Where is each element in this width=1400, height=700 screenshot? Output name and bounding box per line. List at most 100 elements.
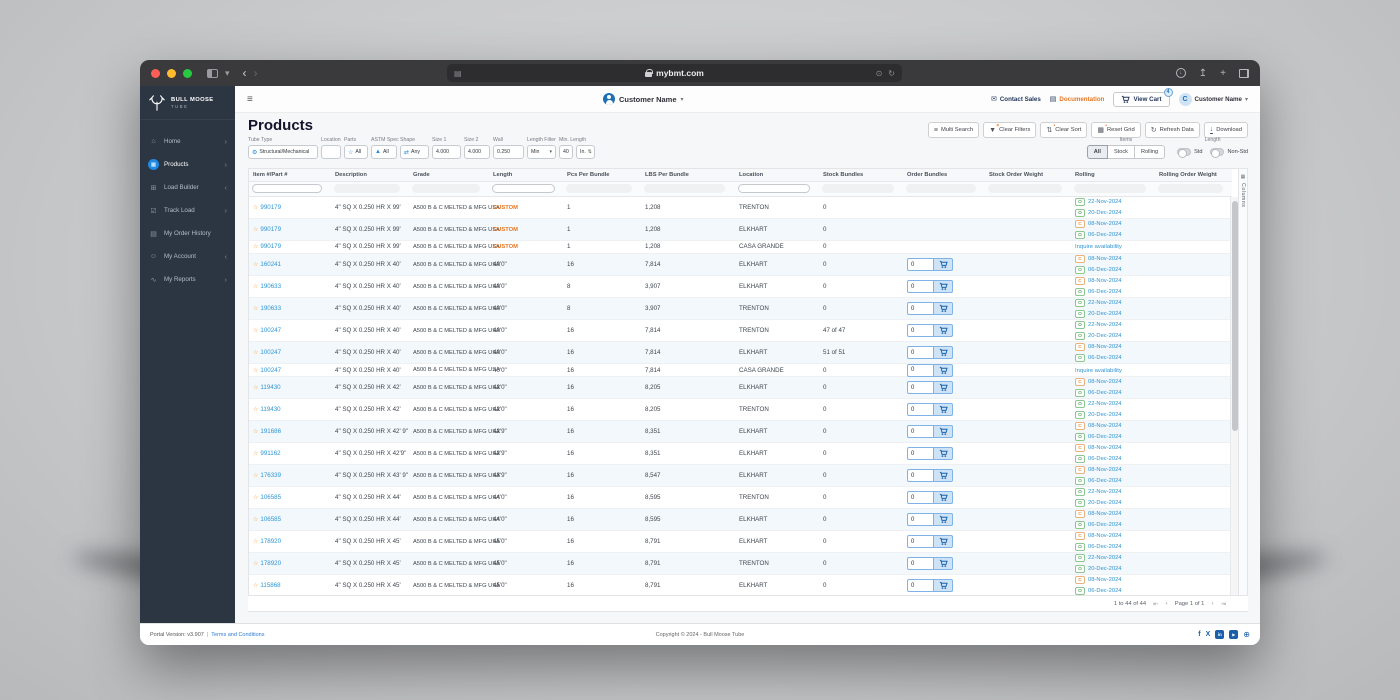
rolling-date-link[interactable]: 20-Dec-2024 xyxy=(1088,311,1122,317)
columns-side-tab[interactable]: ▦ Columns xyxy=(1238,169,1247,595)
terms-link[interactable]: Terms and Conditions xyxy=(211,632,264,638)
item-link[interactable]: 178920 xyxy=(260,560,281,567)
multi-search-button[interactable]: ≡Multi Search xyxy=(928,122,979,138)
refresh-data-button[interactable]: ↻Refresh Data xyxy=(1145,122,1200,138)
order-qty-input[interactable]: 0 xyxy=(907,425,934,438)
add-to-cart-button[interactable] xyxy=(934,491,953,504)
item-link[interactable]: 990179 xyxy=(260,204,281,211)
item-link[interactable]: 990179 xyxy=(260,243,281,250)
favorite-star-icon[interactable]: ☆ xyxy=(253,205,258,211)
item-link[interactable]: 990179 xyxy=(260,226,281,233)
add-to-cart-button[interactable] xyxy=(934,403,953,416)
add-to-cart-button[interactable] xyxy=(934,469,953,482)
sidebar-item-track-load[interactable]: ☑Track Load› xyxy=(140,199,235,222)
zoom-window-button[interactable] xyxy=(183,69,192,78)
item-link[interactable]: 178920 xyxy=(260,538,281,545)
column-header-length[interactable]: Length xyxy=(489,172,563,178)
favorite-star-icon[interactable]: ☆ xyxy=(253,583,258,589)
rolling-date-link[interactable]: 06-Dec-2024 xyxy=(1088,289,1122,295)
favorite-star-icon[interactable]: ☆ xyxy=(253,517,258,523)
rolling-date-link[interactable]: 08-Nov-2024 xyxy=(1088,445,1122,451)
column-header-lbs-per-bundle[interactable]: LBS Per Bundle xyxy=(641,172,735,178)
add-to-cart-button[interactable] xyxy=(934,535,953,548)
forward-button[interactable]: › xyxy=(254,67,258,79)
order-qty-input[interactable]: 0 xyxy=(907,381,934,394)
order-qty-input[interactable]: 0 xyxy=(907,346,934,359)
menu-toggle-icon[interactable]: ≡ xyxy=(247,94,253,105)
order-qty-input[interactable]: 0 xyxy=(907,280,934,293)
column-filter-input[interactable] xyxy=(252,184,322,193)
size2-input[interactable]: 4.000 xyxy=(464,145,490,159)
add-to-cart-button[interactable] xyxy=(934,557,953,570)
globe-icon[interactable]: ⊕ xyxy=(1243,630,1250,639)
favorite-star-icon[interactable]: ☆ xyxy=(253,385,258,391)
sidebar-item-home[interactable]: ⌂Home› xyxy=(140,130,235,153)
item-link[interactable]: 100247 xyxy=(260,349,281,356)
sidebar-item-my-account[interactable]: ☺My Account‹ xyxy=(140,245,235,268)
rolling-date-link[interactable]: 22-Nov-2024 xyxy=(1088,322,1122,328)
add-to-cart-button[interactable] xyxy=(934,513,953,526)
rolling-date-link[interactable]: 08-Nov-2024 xyxy=(1088,278,1122,284)
youtube-icon[interactable]: ▶ xyxy=(1229,630,1238,639)
clear-filters-button[interactable]: ▼Clear Filters xyxy=(983,122,1036,138)
rolling-date-link[interactable]: 06-Dec-2024 xyxy=(1088,544,1122,550)
column-header-item-part[interactable]: Item #/Part # xyxy=(249,172,331,178)
rolling-date-link[interactable]: 20-Dec-2024 xyxy=(1088,566,1122,572)
favorite-star-icon[interactable]: ☆ xyxy=(253,244,258,250)
column-header-location[interactable]: Location xyxy=(735,172,819,178)
new-tab-icon[interactable]: + xyxy=(1220,68,1226,79)
view-cart-button[interactable]: View Cart 4 xyxy=(1113,92,1169,107)
reset-grid-button[interactable]: ▦Reset Grid xyxy=(1091,122,1140,138)
sidebar-dropdown-icon[interactable]: ▾ xyxy=(225,69,230,78)
inquire-availability-link[interactable]: Inquire availability xyxy=(1075,368,1122,374)
rolling-date-link[interactable]: 08-Nov-2024 xyxy=(1088,379,1122,385)
order-qty-input[interactable]: 0 xyxy=(907,403,934,416)
item-link[interactable]: 115868 xyxy=(260,582,280,589)
customer-selector[interactable]: Customer Name ▾ xyxy=(603,93,684,105)
favorite-star-icon[interactable]: ☆ xyxy=(253,429,258,435)
rolling-date-link[interactable]: 06-Dec-2024 xyxy=(1088,478,1122,484)
items-option-stock[interactable]: Stock xyxy=(1108,145,1135,159)
order-qty-input[interactable]: 0 xyxy=(907,364,934,377)
item-link[interactable]: 160241 xyxy=(260,261,281,268)
back-button[interactable]: ‹ xyxy=(243,67,247,79)
sidebar-item-my-reports[interactable]: ∿My Reports› xyxy=(140,268,235,291)
rolling-date-link[interactable]: 08-Nov-2024 xyxy=(1088,467,1122,473)
rolling-date-link[interactable]: 08-Nov-2024 xyxy=(1088,423,1122,429)
add-to-cart-button[interactable] xyxy=(934,364,953,377)
items-option-all[interactable]: All xyxy=(1087,145,1108,159)
rolling-date-link[interactable]: 22-Nov-2024 xyxy=(1088,401,1122,407)
favorite-star-icon[interactable]: ☆ xyxy=(253,284,258,290)
sidebar-toggle-icon[interactable] xyxy=(207,69,218,78)
add-to-cart-button[interactable] xyxy=(934,258,953,271)
minimize-window-button[interactable] xyxy=(167,69,176,78)
rolling-date-link[interactable]: 08-Nov-2024 xyxy=(1088,221,1122,227)
rolling-date-link[interactable]: 20-Dec-2024 xyxy=(1088,333,1122,339)
length-filter-select[interactable]: Min ▾ xyxy=(527,145,556,159)
favorite-star-icon[interactable]: ☆ xyxy=(253,368,258,374)
column-header-order-bundles[interactable]: Order Bundles xyxy=(903,172,985,178)
column-header-rolling-order-weight[interactable]: Rolling Order Weight xyxy=(1155,172,1232,178)
parts-select[interactable]: ☆ All xyxy=(344,145,368,159)
prev-page-icon[interactable]: ‹ xyxy=(1166,600,1168,607)
address-bar[interactable]: ▤ mybmt.com ⊙ ↻ xyxy=(447,64,902,82)
tube-type-select[interactable]: ⚙ Structural/Mechanical xyxy=(248,145,318,159)
item-link[interactable]: 191686 xyxy=(260,428,281,435)
contact-sales-link[interactable]: ✉ Contact Sales xyxy=(991,95,1041,103)
column-header-pcs-per-bundle[interactable]: Pcs Per Bundle xyxy=(563,172,641,178)
add-to-cart-button[interactable] xyxy=(934,324,953,337)
sidebar-item-products[interactable]: ▦Products› xyxy=(140,153,235,176)
add-to-cart-button[interactable] xyxy=(934,579,953,592)
favorite-star-icon[interactable]: ☆ xyxy=(253,561,258,567)
favorite-star-icon[interactable]: ☆ xyxy=(253,350,258,356)
column-header-stock-bundles[interactable]: Stock Bundles xyxy=(819,172,903,178)
size1-input[interactable]: 4.000 xyxy=(432,145,461,159)
order-qty-input[interactable]: 0 xyxy=(907,535,934,548)
rolling-date-link[interactable]: 22-Nov-2024 xyxy=(1088,199,1122,205)
item-link[interactable]: 991162 xyxy=(260,450,280,457)
column-header-grade[interactable]: Grade xyxy=(409,172,489,178)
order-qty-input[interactable]: 0 xyxy=(907,447,934,460)
download-button[interactable]: ↓Download xyxy=(1204,122,1248,138)
account-menu[interactable]: C Customer Name ▾ xyxy=(1179,93,1248,106)
column-filter-input[interactable] xyxy=(492,184,555,193)
